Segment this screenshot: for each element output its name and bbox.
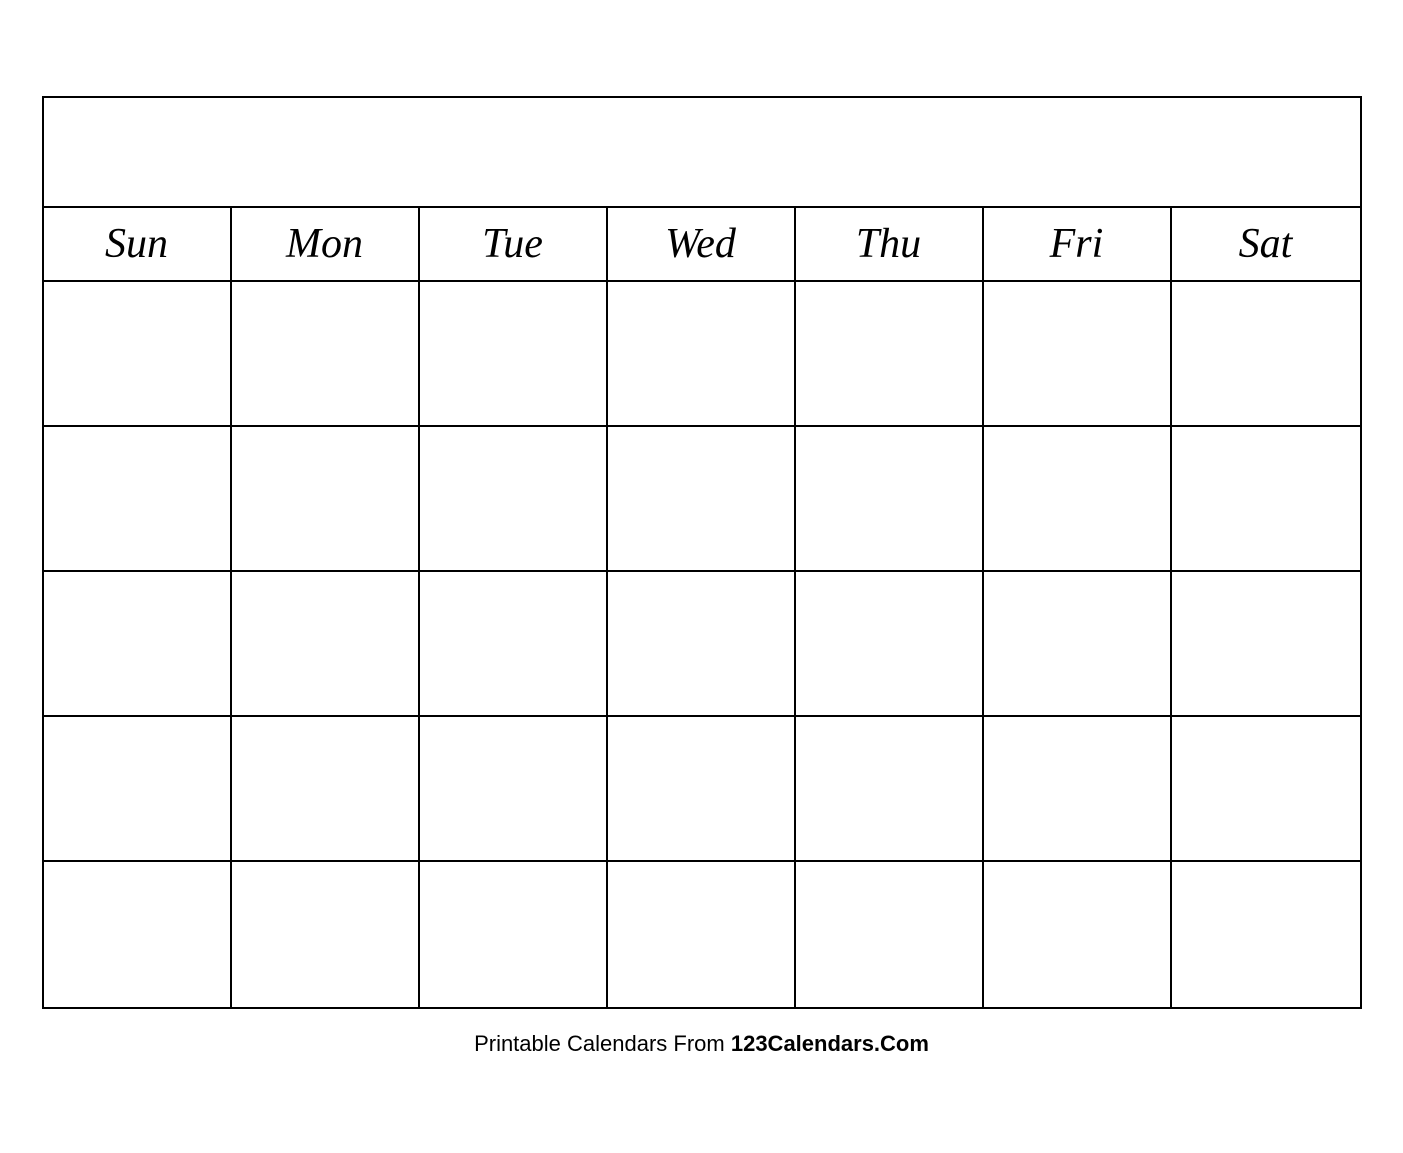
- calendar-cell: [44, 282, 232, 427]
- calendar-cell: [1172, 282, 1360, 427]
- calendar-header: Sun Mon Tue Wed Thu Fri Sat: [44, 208, 1360, 282]
- calendar-cell: [608, 282, 796, 427]
- calendar-cell: [796, 717, 984, 862]
- header-thu: Thu: [796, 208, 984, 280]
- calendar-cell: [44, 572, 232, 717]
- calendar-cell: [1172, 862, 1360, 1007]
- calendar-cell: [232, 282, 420, 427]
- header-sun: Sun: [44, 208, 232, 280]
- calendar-cell: [984, 282, 1172, 427]
- calendar-cell: [44, 717, 232, 862]
- footer-normal: Printable Calendars From: [474, 1031, 731, 1056]
- calendar-cell: [796, 862, 984, 1007]
- calendar-cell: [420, 427, 608, 572]
- calendar-cell: [608, 427, 796, 572]
- header-wed: Wed: [608, 208, 796, 280]
- calendar-cell: [796, 572, 984, 717]
- calendar-cell: [984, 572, 1172, 717]
- page-wrapper: Sun Mon Tue Wed Thu Fri Sat: [0, 0, 1403, 1153]
- calendar-cell: [608, 572, 796, 717]
- calendar-cell: [796, 282, 984, 427]
- header-mon: Mon: [232, 208, 420, 280]
- header-sat: Sat: [1172, 208, 1360, 280]
- calendar-cell: [984, 427, 1172, 572]
- calendar-cell: [1172, 427, 1360, 572]
- header-fri: Fri: [984, 208, 1172, 280]
- calendar-cell: [44, 427, 232, 572]
- calendar-cell: [608, 862, 796, 1007]
- calendar-cell: [420, 572, 608, 717]
- calendar-cell: [608, 717, 796, 862]
- calendar-cell: [984, 862, 1172, 1007]
- header-tue: Tue: [420, 208, 608, 280]
- calendar-cell: [232, 572, 420, 717]
- calendar-cell: [1172, 572, 1360, 717]
- calendar-title-row: [44, 98, 1360, 208]
- footer-text: Printable Calendars From 123Calendars.Co…: [474, 1031, 929, 1057]
- calendar-cell: [44, 862, 232, 1007]
- footer-bold: 123Calendars.Com: [731, 1031, 929, 1056]
- calendar-cell: [984, 717, 1172, 862]
- calendar-grid: [44, 282, 1360, 1007]
- calendar-cell: [232, 717, 420, 862]
- calendar-container: Sun Mon Tue Wed Thu Fri Sat: [42, 96, 1362, 1009]
- calendar-cell: [232, 427, 420, 572]
- calendar-cell: [1172, 717, 1360, 862]
- calendar-cell: [420, 862, 608, 1007]
- calendar-cell: [420, 717, 608, 862]
- calendar-cell: [796, 427, 984, 572]
- calendar-cell: [420, 282, 608, 427]
- calendar-cell: [232, 862, 420, 1007]
